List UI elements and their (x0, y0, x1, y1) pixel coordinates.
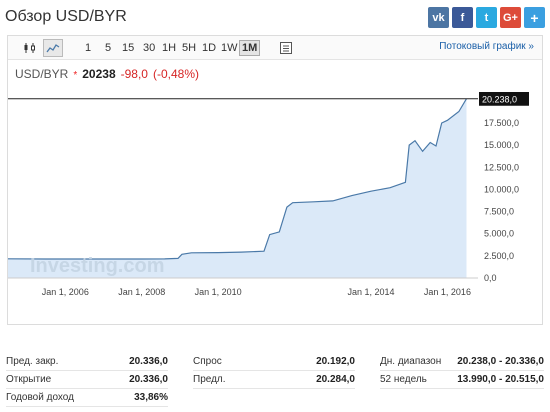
timeframe-30[interactable]: 30 (141, 40, 157, 56)
stat-value: 20.192,0 (316, 356, 355, 367)
symbol: USD/BYR (15, 67, 69, 81)
stat-52-weeks: 52 недель 13.990,0 - 20.515,0 (380, 371, 544, 389)
price-change: -98,0 (120, 67, 148, 81)
stat-label: Открытие (6, 374, 52, 385)
stat-label: Предл. (193, 374, 226, 385)
stat-label: Спрос (193, 356, 222, 367)
stat-value: 33,86% (134, 392, 168, 403)
current-price-label: 20.238,0 (482, 95, 517, 105)
quote-line: USD/BYR * 20238 -98,0 (-0,48%) (15, 67, 199, 81)
stat-prev-close: Пред. закр. 20.336,0 (6, 353, 168, 371)
facebook-icon[interactable]: f (452, 7, 473, 28)
stat-label: Пред. закр. (6, 356, 59, 367)
y-tick-label: 5.000,0 (484, 229, 514, 239)
stat-value: 20.336,0 (129, 374, 168, 385)
y-tick-label: 2.500,0 (484, 251, 514, 261)
price-chart[interactable]: Investing.com 20.238,0 17.500,0 15.000,0 12.… (8, 92, 530, 307)
stat-value: 13.990,0 - 20.515,0 (457, 374, 544, 385)
delayed-marker: * (73, 70, 78, 81)
x-tick-label: Jan 1, 2008 (118, 287, 165, 297)
page-title: Обзор USD/BYR (5, 8, 127, 25)
stat-label: Годовой доход (6, 392, 74, 403)
stat-yearly-return: Годовой доход 33,86% (6, 389, 168, 407)
y-tick-label: 0,0 (484, 273, 497, 283)
stat-day-range: Дн. диапазон 20.238,0 - 20.336,0 (380, 353, 544, 371)
stat-label: 52 недель (380, 374, 427, 385)
timeframe-15[interactable]: 15 (120, 40, 136, 56)
x-tick-label: Jan 1, 2016 (424, 287, 471, 297)
stat-value: 20.336,0 (129, 356, 168, 367)
y-tick-label: 17.500,0 (484, 118, 519, 128)
price-change-percent: (-0,48%) (152, 67, 199, 81)
stat-ask: Предл. 20.284,0 (193, 371, 355, 389)
stat-value: 20.284,0 (316, 374, 355, 385)
timeframe-5[interactable]: 5 (103, 40, 113, 56)
timeframe-1w[interactable]: 1W (219, 40, 240, 56)
vk-icon[interactable]: vk (428, 7, 449, 28)
x-tick-label: Jan 1, 2010 (195, 287, 242, 297)
stat-bid: Спрос 20.192,0 (193, 353, 355, 371)
y-tick-label: 15.000,0 (484, 140, 519, 150)
y-tick-label: 10.000,0 (484, 184, 519, 194)
x-tick-label: Jan 1, 2014 (347, 287, 394, 297)
last-price: 20238 (82, 67, 116, 81)
plus-icon[interactable]: + (524, 7, 545, 28)
stat-label: Дн. диапазон (380, 356, 442, 367)
chart-toolbar: 1 5 15 30 1H 5H 1D 1W 1M Потоковый графи… (8, 36, 542, 60)
streaming-chart-link[interactable]: Потоковый график » (439, 41, 534, 52)
stat-open: Открытие 20.336,0 (6, 371, 168, 389)
timeframe-1m[interactable]: 1M (239, 40, 261, 56)
timeframe-5h[interactable]: 5H (180, 40, 198, 56)
y-tick-label: 7.500,0 (484, 207, 514, 217)
x-tick-label: Jan 1, 2006 (42, 287, 89, 297)
area-fill (8, 98, 467, 278)
share-bar: vk f t G+ + (428, 7, 545, 28)
area-chart-icon[interactable] (43, 39, 63, 57)
settings-panel-icon[interactable] (276, 39, 296, 57)
stat-value: 20.238,0 - 20.336,0 (457, 356, 544, 367)
watermark-logo: Investing.com (30, 255, 164, 277)
quote-stats: Пред. закр. 20.336,0 Открытие 20.336,0 Г… (0, 350, 550, 412)
timeframe-1d[interactable]: 1D (200, 40, 218, 56)
google-plus-icon[interactable]: G+ (500, 7, 521, 28)
twitter-icon[interactable]: t (476, 7, 497, 28)
candlestick-icon[interactable] (20, 39, 40, 57)
timeframe-1h[interactable]: 1H (160, 40, 178, 56)
header: Обзор USD/BYR vk f t G+ + (0, 0, 550, 32)
y-tick-label: 12.500,0 (484, 162, 519, 172)
timeframe-1[interactable]: 1 (83, 40, 93, 56)
